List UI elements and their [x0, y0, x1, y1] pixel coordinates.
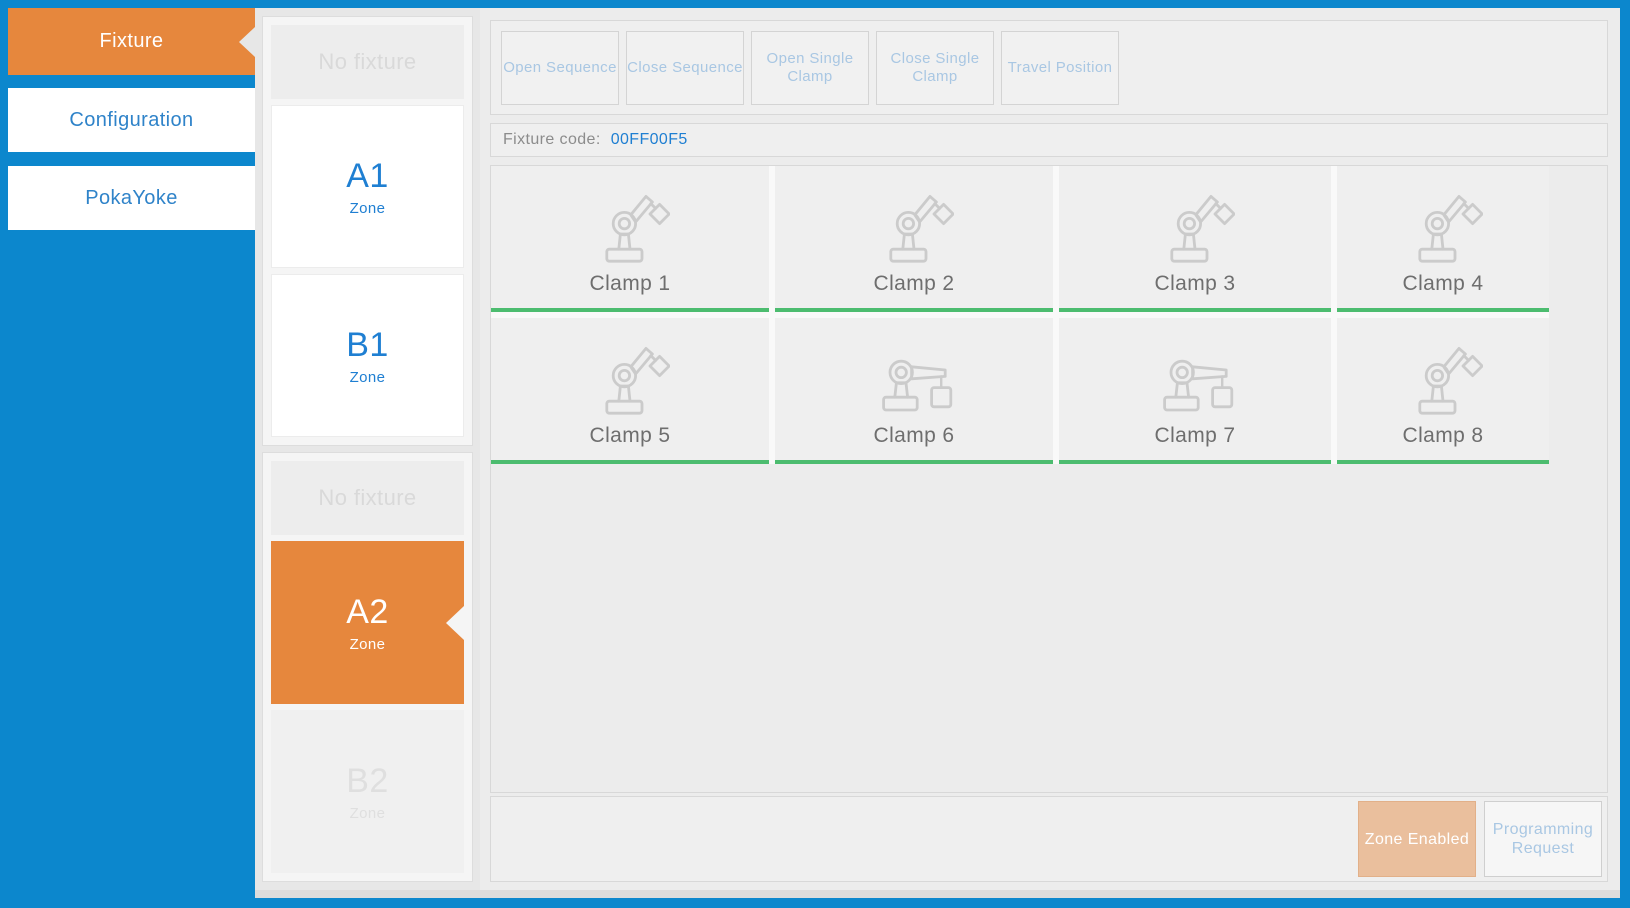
selected-notch-icon — [446, 606, 464, 640]
sidebar-item-fixture[interactable]: Fixture — [8, 8, 255, 75]
clamp-card-3[interactable]: Clamp 3 — [1059, 166, 1331, 312]
no-fixture-label: No fixture — [318, 485, 416, 511]
fixture-code-label: Fixture code: — [503, 131, 601, 149]
sidebar-item-label: Configuration — [69, 109, 193, 132]
zone-code: A1 — [346, 157, 388, 196]
sidebar-item-label: Fixture — [100, 30, 164, 53]
close-sequence-button[interactable]: Close Sequence — [626, 31, 744, 105]
clamp-card-6[interactable]: Clamp 6 — [775, 318, 1053, 464]
zone-sublabel: Zone — [350, 805, 386, 822]
clamp-label: Clamp 8 — [1403, 424, 1484, 448]
clamp-closed-icon — [1403, 338, 1483, 418]
clamp-card-1[interactable]: Clamp 1 — [491, 166, 769, 312]
clamp-card-7[interactable]: Clamp 7 — [1059, 318, 1331, 464]
zone-sublabel: Zone — [350, 636, 386, 653]
fixture-status-1: No fixture — [271, 25, 464, 99]
clamp-label: Clamp 5 — [590, 424, 671, 448]
clamp-closed-icon — [590, 338, 670, 418]
zone-selector-column: No fixture A1 Zone B1 Zone No fixture — [255, 8, 480, 890]
clamp-grid-container: Clamp 1 Clamp 2 Clamp 3 — [490, 165, 1608, 793]
open-sequence-button[interactable]: Open Sequence — [501, 31, 619, 105]
clamp-closed-icon — [1403, 186, 1483, 266]
zone-code: B1 — [346, 326, 388, 365]
clamp-command-toolbar: Open Sequence Close Sequence Open Single… — [490, 20, 1608, 115]
fixture-status-2: No fixture — [271, 461, 464, 535]
open-single-clamp-button[interactable]: Open Single Clamp — [751, 31, 869, 105]
clamp-card-5[interactable]: Clamp 5 — [491, 318, 769, 464]
clamp-grid: Clamp 1 Clamp 2 Clamp 3 — [491, 166, 1549, 464]
clamp-open-icon — [1155, 338, 1235, 418]
zone-card-a2[interactable]: A2 Zone — [271, 541, 464, 704]
clamp-closed-icon — [874, 186, 954, 266]
fixture-group-1: No fixture A1 Zone B1 Zone — [262, 16, 473, 446]
clamp-label: Clamp 4 — [1403, 272, 1484, 296]
no-fixture-label: No fixture — [318, 49, 416, 75]
selected-notch-icon — [239, 27, 255, 57]
clamp-closed-icon — [590, 186, 670, 266]
clamp-card-4[interactable]: Clamp 4 — [1337, 166, 1549, 312]
zone-sublabel: Zone — [350, 369, 386, 386]
fixture-code-bar: Fixture code: 00FF00F5 — [490, 123, 1608, 157]
fixture-group-2: No fixture A2 Zone B2 Zone — [262, 452, 473, 882]
clamp-open-icon — [874, 338, 954, 418]
clamp-label: Clamp 2 — [874, 272, 955, 296]
zone-enabled-button[interactable]: Zone Enabled — [1358, 801, 1476, 877]
clamp-label: Clamp 1 — [590, 272, 671, 296]
zone-status-bar: Zone Enabled Programming Request — [490, 796, 1608, 882]
programming-request-button[interactable]: Programming Request — [1484, 801, 1602, 877]
sidebar: Fixture Configuration PokaYoke — [8, 8, 255, 898]
sidebar-item-configuration[interactable]: Configuration — [8, 88, 255, 152]
app-body: Fixture Configuration PokaYoke No fixtur… — [8, 8, 1620, 898]
clamp-card-2[interactable]: Clamp 2 — [775, 166, 1053, 312]
sidebar-item-label: PokaYoke — [85, 187, 178, 210]
close-single-clamp-button[interactable]: Close Single Clamp — [876, 31, 994, 105]
clamp-label: Clamp 3 — [1155, 272, 1236, 296]
zone-code: A2 — [346, 593, 388, 632]
zone-code: B2 — [346, 762, 388, 801]
zone-sublabel: Zone — [350, 200, 386, 217]
sidebar-item-pokayoke[interactable]: PokaYoke — [8, 166, 255, 230]
clamp-card-8[interactable]: Clamp 8 — [1337, 318, 1549, 464]
zone-card-a1[interactable]: A1 Zone — [271, 105, 464, 268]
clamp-label: Clamp 7 — [1155, 424, 1236, 448]
zone-card-b1[interactable]: B1 Zone — [271, 274, 464, 437]
main-panel: Open Sequence Close Sequence Open Single… — [480, 8, 1620, 890]
travel-position-button[interactable]: Travel Position — [1001, 31, 1119, 105]
clamp-label: Clamp 6 — [874, 424, 955, 448]
app-window: Fixture Configuration PokaYoke No fixtur… — [0, 0, 1630, 908]
zone-card-b2: B2 Zone — [271, 710, 464, 873]
clamp-closed-icon — [1155, 186, 1235, 266]
fixture-code-value: 00FF00F5 — [611, 131, 688, 149]
